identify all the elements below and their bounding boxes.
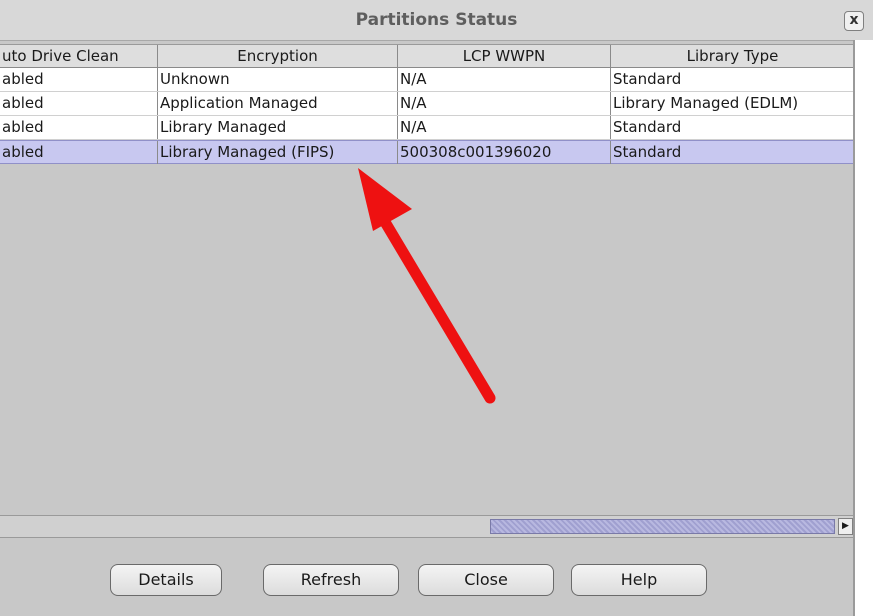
column-header-lcp-wwpn[interactable]: LCP WWPN bbox=[398, 45, 611, 68]
details-button[interactable]: Details bbox=[110, 564, 222, 596]
cell-auto-drive-clean: abled bbox=[0, 92, 158, 115]
table-row-selected[interactable]: abled Library Managed (FIPS) 500308c0013… bbox=[0, 140, 866, 164]
cell-encryption: Library Managed bbox=[158, 116, 398, 139]
cell-encryption: Library Managed (FIPS) bbox=[158, 141, 398, 164]
cell-library-type: Standard bbox=[613, 118, 682, 136]
table-row[interactable]: abled Unknown N/A Standard bbox=[0, 68, 866, 92]
column-header-auto-drive-clean[interactable]: uto Drive Clean bbox=[0, 45, 158, 68]
scroll-right-icon[interactable]: ▶ bbox=[838, 518, 853, 535]
partitions-table: uto Drive Clean Encryption LCP WWPN Libr… bbox=[0, 44, 866, 516]
help-button[interactable]: Help bbox=[571, 564, 707, 596]
close-icon[interactable]: x bbox=[844, 11, 864, 31]
cell-lcp-wwpn: 500308c001396020 bbox=[398, 141, 611, 164]
table-row[interactable]: abled Application Managed N/A Library Ma… bbox=[0, 92, 866, 116]
cell-encryption: Application Managed bbox=[158, 92, 398, 115]
cell-library-type: Library Managed (EDLM) bbox=[613, 94, 799, 112]
scrollbar-thumb[interactable] bbox=[490, 519, 835, 534]
column-header-library-type[interactable]: Library Type bbox=[611, 45, 855, 68]
title-bar: Partitions Status x bbox=[0, 0, 873, 41]
refresh-button[interactable]: Refresh bbox=[263, 564, 399, 596]
cell-auto-drive-clean: abled bbox=[0, 116, 158, 139]
cell-lcp-wwpn: N/A bbox=[398, 116, 611, 139]
cell-auto-drive-clean: abled bbox=[0, 141, 158, 164]
horizontal-scrollbar[interactable]: ▶ bbox=[0, 515, 855, 538]
column-header-encryption[interactable]: Encryption bbox=[158, 45, 398, 68]
window-title: Partitions Status bbox=[355, 10, 518, 30]
table-row[interactable]: abled Library Managed N/A Standard bbox=[0, 116, 866, 140]
cell-auto-drive-clean: abled bbox=[0, 68, 158, 91]
partitions-status-dialog: Partitions Status x uto Drive Clean Encr… bbox=[0, 0, 873, 616]
cell-lcp-wwpn: N/A bbox=[398, 92, 611, 115]
cell-library-type: Standard bbox=[613, 143, 682, 161]
cell-lcp-wwpn: N/A bbox=[398, 68, 611, 91]
cell-encryption: Unknown bbox=[158, 68, 398, 91]
close-button[interactable]: Close bbox=[418, 564, 554, 596]
right-margin bbox=[855, 40, 873, 616]
cell-library-type: Standard bbox=[613, 70, 682, 88]
